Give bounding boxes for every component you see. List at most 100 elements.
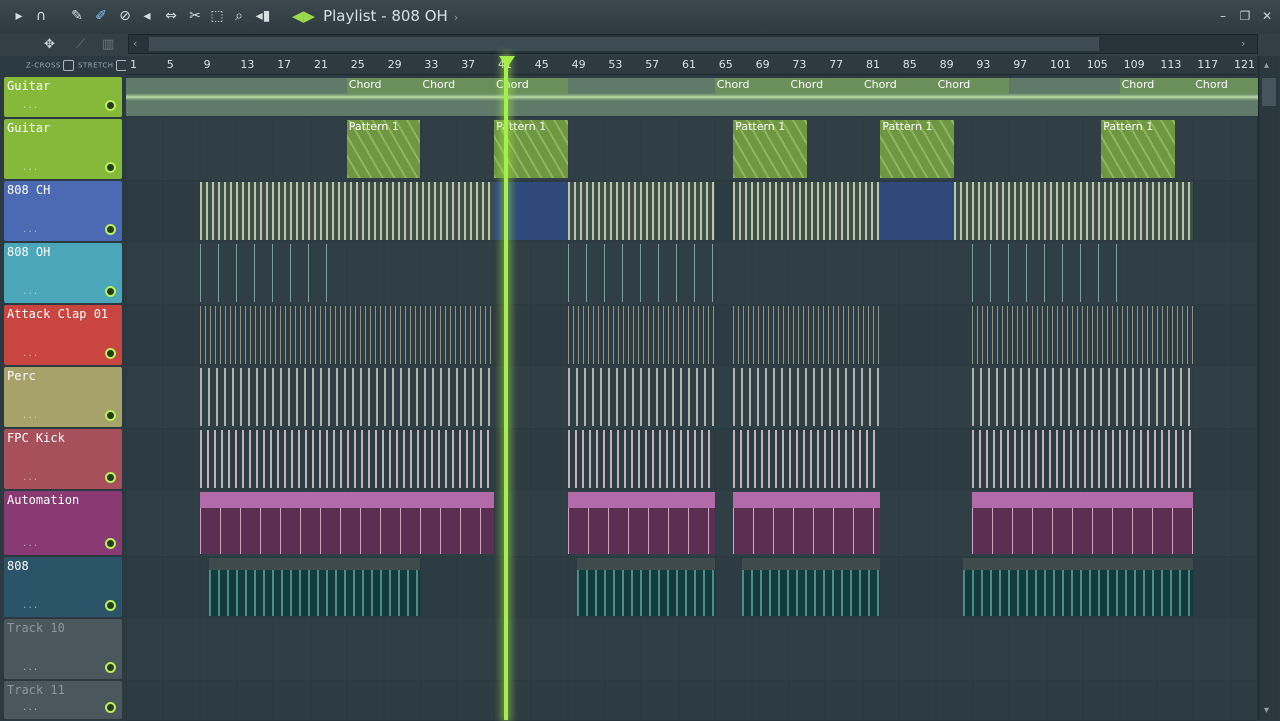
track-enable-led[interactable] <box>105 662 116 673</box>
track-options-icon[interactable]: ... <box>22 163 38 173</box>
track-header[interactable]: 808 OH... <box>4 243 122 303</box>
pattern-clip[interactable] <box>199 182 494 240</box>
track-header[interactable]: Perc... <box>4 367 122 427</box>
track-lane[interactable] <box>126 118 1256 181</box>
track-enable-led[interactable] <box>105 162 116 173</box>
pattern-clip[interactable] <box>567 244 715 302</box>
horizontal-scrollbar[interactable]: ‹ › <box>128 34 1258 54</box>
track-lane[interactable] <box>126 618 1256 681</box>
track-options-icon[interactable]: ... <box>22 287 38 297</box>
pattern-clip[interactable] <box>199 430 494 488</box>
automation-clip[interactable] <box>199 492 494 554</box>
restore-icon[interactable]: ❐ <box>1238 9 1252 23</box>
zcross-toggle[interactable]: Z-CROSS <box>26 60 74 71</box>
track-enable-led[interactable] <box>105 472 116 483</box>
pattern-clip[interactable] <box>733 306 881 364</box>
chord-clip[interactable]: Chord <box>714 78 789 94</box>
chord-clip[interactable]: Chord <box>935 78 1010 94</box>
track-lane[interactable] <box>126 680 1256 721</box>
stretch-toggle[interactable]: STRETCH <box>78 60 127 71</box>
track-header[interactable]: FPC Kick... <box>4 429 122 489</box>
play-icon[interactable]: ◀▶ <box>292 7 315 25</box>
chord-clip[interactable]: Chord <box>420 78 494 94</box>
track-options-icon[interactable]: ... <box>22 349 38 359</box>
select-icon[interactable]: ⬚ <box>208 7 226 25</box>
track-header[interactable]: Attack Clap 01... <box>4 305 122 365</box>
pattern-clip[interactable] <box>733 368 881 426</box>
slice-icon[interactable]: ✂ <box>186 7 204 25</box>
link-icon[interactable]: ⟋ <box>76 37 85 52</box>
chord-clip[interactable]: Chord <box>1193 78 1267 94</box>
pattern-clip[interactable] <box>972 306 1194 364</box>
playback-icon[interactable]: ◂▮ <box>254 7 272 25</box>
play-arrow-icon[interactable]: ▸ <box>10 7 28 25</box>
track-options-icon[interactable]: ... <box>22 411 38 421</box>
pattern-clip[interactable] <box>733 430 881 488</box>
track-enable-led[interactable] <box>105 600 116 611</box>
audio-clip[interactable] <box>126 78 1258 116</box>
track-options-icon[interactable]: ... <box>22 101 38 111</box>
chevron-right-icon[interactable]: › <box>454 11 458 24</box>
track-header[interactable]: Guitar... <box>4 119 122 179</box>
track-header[interactable]: Track 10... <box>4 619 122 679</box>
pattern-clip[interactable] <box>208 558 421 616</box>
pattern-clip[interactable] <box>972 430 1194 488</box>
chord-clip[interactable]: Chord <box>862 78 936 94</box>
scroll-left-icon[interactable]: ‹ <box>133 37 137 50</box>
pattern-clip[interactable] <box>199 368 494 426</box>
pattern-clip[interactable]: Pattern 1 <box>880 120 954 178</box>
vertical-scrollbar[interactable]: ▴ ▾ <box>1258 56 1279 720</box>
pattern-clip[interactable] <box>972 368 1194 426</box>
pattern-clip[interactable] <box>199 244 338 302</box>
track-enable-led[interactable] <box>105 286 116 297</box>
pattern-clip[interactable] <box>567 306 715 364</box>
automation-clip[interactable] <box>972 492 1194 554</box>
track-enable-led[interactable] <box>105 410 116 421</box>
track-options-icon[interactable]: ... <box>22 539 38 549</box>
chord-clip[interactable]: Chord <box>1119 78 1194 94</box>
magnet-icon[interactable]: ∩ <box>32 7 50 25</box>
minimize-icon[interactable]: – <box>1216 9 1230 23</box>
scroll-thumb[interactable] <box>149 37 1099 51</box>
timeline-ruler[interactable]: 1591317212529333741454953576165697377818… <box>126 56 1256 75</box>
paint-icon[interactable]: ✐ <box>92 7 110 25</box>
pattern-clip[interactable]: Pattern 1 <box>346 120 421 178</box>
pattern-clip[interactable] <box>963 558 1194 616</box>
track-header[interactable]: Automation... <box>4 491 122 555</box>
pencil-icon[interactable]: ✎ <box>68 7 86 25</box>
track-header[interactable]: Track 11... <box>4 681 122 719</box>
pattern-clip[interactable] <box>567 182 715 240</box>
pattern-clip[interactable] <box>880 182 954 240</box>
track-header[interactable]: 808 CH... <box>4 181 122 241</box>
track-options-icon[interactable]: ... <box>22 601 38 611</box>
track-enable-led[interactable] <box>105 100 116 111</box>
pattern-clip[interactable] <box>954 182 1194 240</box>
track-enable-led[interactable] <box>105 224 116 235</box>
delete-icon[interactable]: ⊘ <box>116 7 134 25</box>
pattern-clip[interactable]: Pattern 1 <box>1101 120 1175 178</box>
track-enable-led[interactable] <box>105 538 116 549</box>
automation-clip[interactable] <box>733 492 881 554</box>
slip-icon[interactable]: ⇔ <box>162 7 180 25</box>
scroll-right-icon[interactable]: › <box>1241 37 1245 50</box>
pattern-clip[interactable] <box>199 306 494 364</box>
close-icon[interactable]: ✕ <box>1260 9 1274 23</box>
chord-clip[interactable]: Chord <box>346 78 421 94</box>
pattern-clip[interactable] <box>576 558 715 616</box>
chord-clip[interactable]: Chord <box>788 78 862 94</box>
pattern-clip[interactable] <box>567 368 715 426</box>
track-options-icon[interactable]: ... <box>22 473 38 483</box>
pattern-clip[interactable] <box>972 244 1120 302</box>
mute-icon[interactable]: ◂ <box>138 7 156 25</box>
zoom-icon[interactable]: ⌕ <box>230 7 248 25</box>
keyboard-icon[interactable]: ▥ <box>102 37 114 52</box>
track-options-icon[interactable]: ... <box>22 225 38 235</box>
move-icon[interactable]: ✥ <box>44 37 55 52</box>
track-header[interactable]: 808... <box>4 557 122 617</box>
playhead[interactable] <box>504 56 508 720</box>
scroll-up-icon[interactable]: ▴ <box>1264 60 1269 71</box>
vscroll-thumb[interactable] <box>1262 78 1276 106</box>
pattern-clip[interactable] <box>567 430 715 488</box>
scroll-down-icon[interactable]: ▾ <box>1264 705 1269 716</box>
track-enable-led[interactable] <box>105 348 116 359</box>
